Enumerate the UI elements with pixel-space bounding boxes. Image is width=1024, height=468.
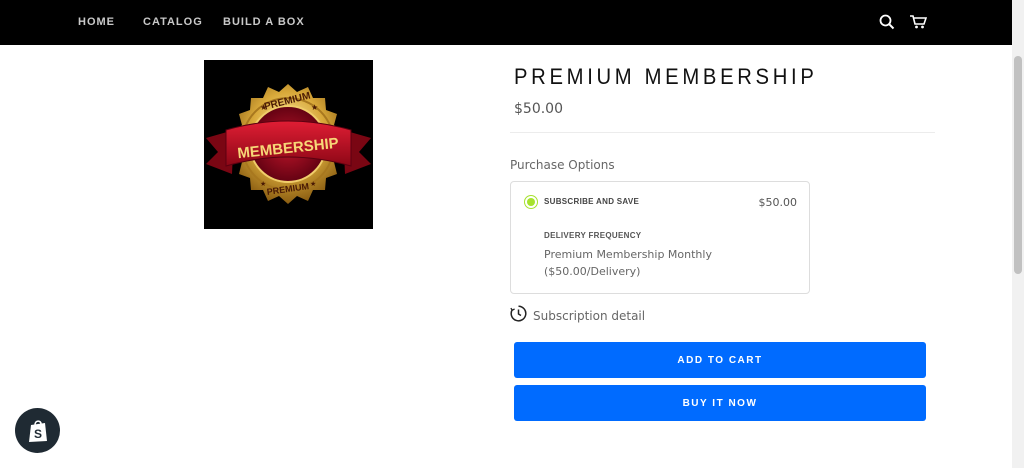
option-price: $50.00: [758, 196, 798, 209]
delivery-frequency-label: DELIVERY FREQUENCY: [544, 231, 642, 240]
radio-selected-dot: [527, 198, 535, 206]
nav-build-a-box-link[interactable]: BUILD A BOX: [223, 16, 305, 28]
nav-home-link[interactable]: HOME: [78, 16, 115, 28]
clock-icon: [510, 305, 527, 326]
star-icon: ★: [260, 103, 267, 112]
star-icon: ★: [260, 180, 266, 188]
top-navigation-bar: HOME CATALOG BUILD A BOX: [0, 0, 1012, 45]
search-icon[interactable]: [877, 12, 897, 32]
option-title: SUBSCRIBE AND SAVE: [544, 197, 640, 206]
subscription-detail-text: Subscription detail: [533, 308, 646, 323]
product-price: $50.00: [514, 101, 563, 117]
svg-text:S: S: [33, 427, 41, 441]
star-icon: ★: [310, 180, 316, 188]
subscription-detail-link[interactable]: Subscription detail: [510, 305, 645, 326]
shopify-badge[interactable]: S: [15, 408, 60, 453]
product-title: PREMIUM MEMBERSHIP: [514, 64, 818, 89]
divider: [510, 132, 935, 133]
nav-catalog-link[interactable]: CATALOG: [143, 16, 203, 28]
membership-badge-graphic: MEMBERSHIP PREMIUM PREMIUM ★ ★ ★ ★: [206, 84, 371, 204]
page-scrollbar[interactable]: [1012, 0, 1024, 468]
subscribe-radio[interactable]: [524, 195, 538, 209]
shopify-bag-icon: S: [28, 419, 47, 442]
delivery-frequency-value[interactable]: Premium Membership Monthly: [544, 248, 712, 261]
cart-icon[interactable]: [908, 12, 928, 32]
star-icon: ★: [311, 103, 318, 112]
subscribe-and-save-option[interactable]: SUBSCRIBE AND SAVE $50.00 DELIVERY FREQU…: [510, 181, 810, 294]
buy-it-now-button[interactable]: BUY IT NOW: [514, 385, 926, 421]
product-image[interactable]: MEMBERSHIP PREMIUM PREMIUM ★ ★ ★ ★: [204, 60, 373, 229]
delivery-frequency-price: ($50.00/Delivery): [544, 265, 641, 278]
scrollbar-thumb[interactable]: [1014, 56, 1022, 274]
add-to-cart-button[interactable]: ADD TO CART: [514, 342, 926, 378]
purchase-options-label: Purchase Options: [510, 158, 615, 172]
